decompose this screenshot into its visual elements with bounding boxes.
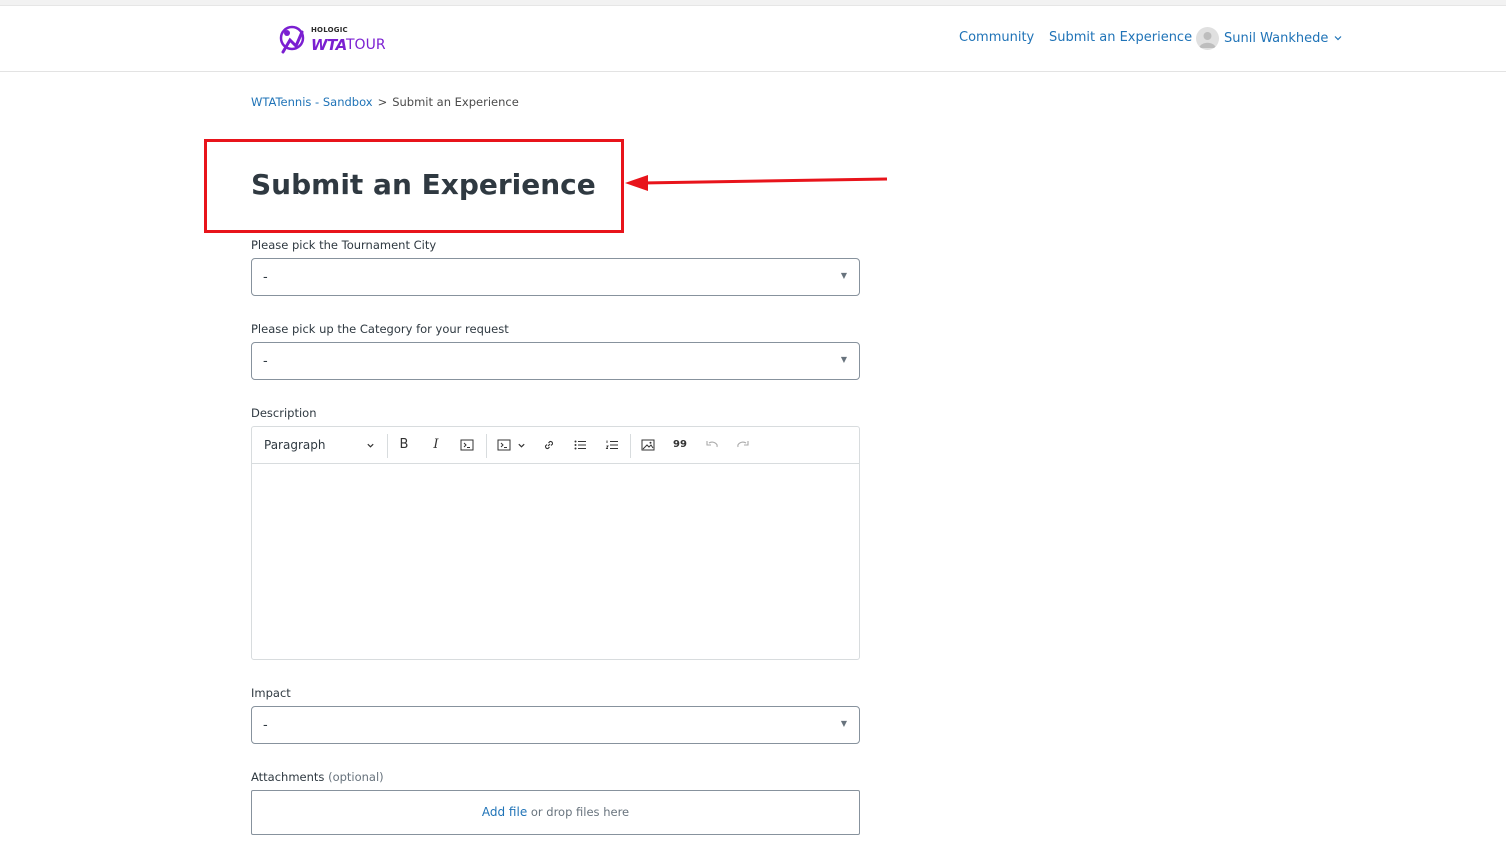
site-header: HOLOGIC WTA TOUR Community Submit an Exp… — [0, 6, 1506, 72]
bulleted-list-button[interactable] — [572, 437, 588, 453]
annotation-highlight-box — [204, 139, 624, 233]
tournament-city-select[interactable]: - ▼ — [251, 258, 860, 296]
attachments-label-text: Attachments — [251, 770, 325, 784]
user-name: Sunil Wankhede — [1224, 30, 1329, 46]
editor-toolbar: Paragraph B I 99 — [252, 427, 859, 464]
impact-select[interactable]: - ▼ — [251, 706, 860, 744]
chevron-down-icon — [1334, 36, 1342, 41]
description-label: Description — [251, 406, 317, 420]
description-text-area[interactable] — [252, 464, 859, 659]
toolbar-divider — [387, 434, 388, 458]
user-menu[interactable]: Sunil Wankhede — [1196, 26, 1343, 50]
nav-submit-experience-link[interactable]: Submit an Experience — [1049, 30, 1192, 45]
undo-icon — [706, 441, 718, 448]
wta-logo[interactable]: HOLOGIC WTA TOUR — [274, 22, 394, 60]
dropzone-text: Add file or drop files here — [252, 805, 859, 819]
caret-down-icon: ▼ — [840, 271, 847, 280]
toolbar-divider — [630, 434, 631, 458]
undo-button[interactable] — [704, 437, 720, 453]
italic-button[interactable]: I — [428, 437, 444, 453]
category-value: - — [263, 354, 268, 369]
avatar — [1196, 26, 1219, 50]
drop-files-text: or drop files here — [530, 805, 630, 819]
caret-down-icon: ▼ — [840, 719, 847, 728]
breadcrumb-current: Submit an Experience — [392, 95, 519, 109]
caret-down-icon: ▼ — [840, 355, 847, 364]
attachments-dropzone[interactable]: Add file or drop files here — [251, 790, 860, 835]
description-editor: Paragraph B I 99 — [251, 426, 860, 660]
link-icon — [544, 440, 554, 450]
user-avatar-icon — [1199, 31, 1216, 48]
tournament-city-label: Please pick the Tournament City — [251, 238, 437, 252]
chevron-down-icon[interactable] — [517, 441, 526, 450]
block-quote-button[interactable]: 99 — [672, 437, 688, 453]
redo-icon — [737, 441, 749, 448]
bold-button[interactable]: B — [396, 437, 412, 453]
breadcrumb: WTATennis - Sandbox > Submit an Experience — [251, 95, 519, 109]
category-select[interactable]: - ▼ — [251, 342, 860, 380]
wta-logo-icon — [279, 25, 305, 54]
toolbar-divider — [486, 434, 487, 458]
block-format-select[interactable]: Paragraph — [264, 438, 325, 452]
redo-button[interactable] — [735, 437, 751, 453]
insert-image-button[interactable] — [640, 437, 656, 453]
annotation-arrow-icon — [625, 175, 888, 191]
numbered-list-button[interactable] — [604, 437, 620, 453]
bold-icon: B — [399, 437, 409, 452]
inline-code-button[interactable] — [459, 437, 475, 453]
breadcrumb-separator: > — [377, 95, 388, 109]
logo-hologic-text: HOLOGIC — [311, 26, 348, 34]
logo-tour-text: TOUR — [346, 37, 386, 53]
link-button[interactable] — [541, 437, 557, 453]
breadcrumb-home-link[interactable]: WTATennis - Sandbox — [251, 95, 373, 109]
image-icon — [641, 439, 655, 451]
code-block-icon — [497, 439, 511, 451]
bulleted-list-icon — [574, 440, 586, 450]
attachments-optional-text: (optional) — [328, 770, 384, 784]
nav-community-link[interactable]: Community — [959, 30, 1034, 45]
impact-label: Impact — [251, 686, 291, 700]
quote-icon: 99 — [673, 439, 687, 450]
attachments-label: Attachments (optional) — [251, 770, 384, 784]
impact-value: - — [263, 718, 268, 733]
italic-icon: I — [433, 437, 439, 452]
code-icon — [460, 439, 474, 451]
logo-wta-text: WTA — [311, 36, 347, 54]
tournament-city-value: - — [263, 270, 268, 285]
numbered-list-icon — [605, 440, 618, 449]
add-file-link[interactable]: Add file — [482, 805, 527, 819]
chevron-down-icon[interactable] — [366, 441, 375, 450]
code-block-button[interactable] — [496, 437, 512, 453]
category-label: Please pick up the Category for your req… — [251, 322, 509, 336]
